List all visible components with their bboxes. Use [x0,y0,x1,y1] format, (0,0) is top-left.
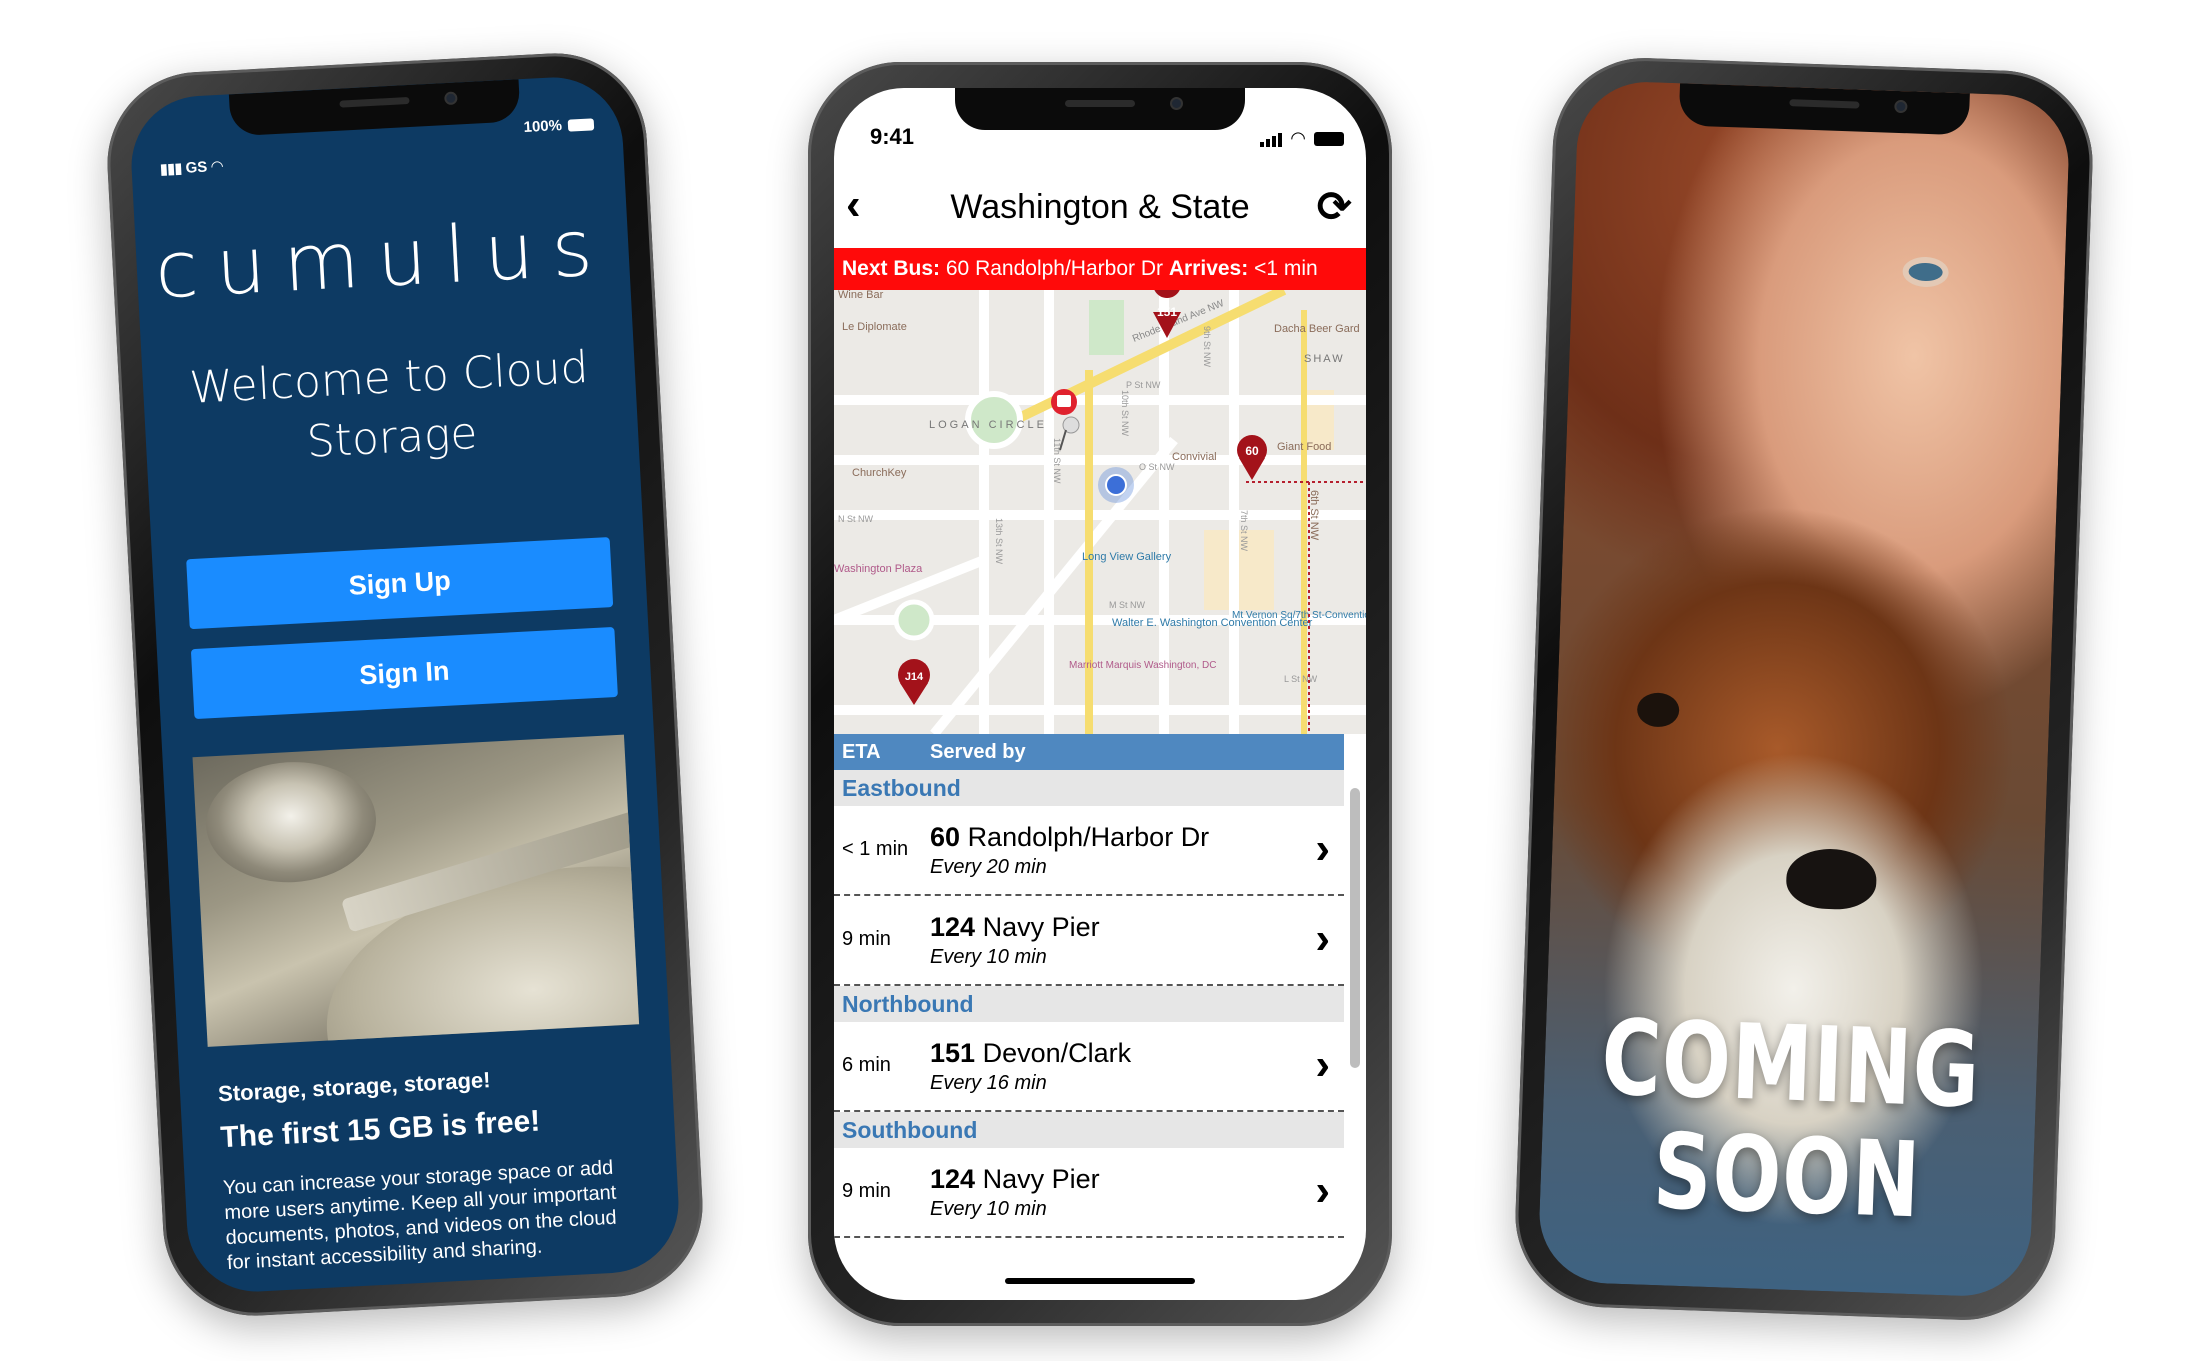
stop-title: Washington & State [950,188,1250,226]
map-label: M St NW [1109,600,1146,610]
free-storage-headline: The first 15 GB is free! [219,1104,542,1155]
route-row[interactable]: 6 min 151 Devon/Clark Every 16 min › [834,1022,1344,1112]
map-label: Dacha Beer Gard [1274,323,1360,335]
map-label: Giant Food [1277,441,1331,453]
eta-value: < 1 min [842,838,909,860]
route-label: 151 Devon/Clark [930,1038,1132,1068]
description-text: You can increase your storage space or a… [222,1156,618,1275]
route-row[interactable]: < 1 min 60 Randolph/Harbor Dr Every 20 m… [834,806,1344,896]
route-frequency: Every 16 min [930,1072,1047,1094]
phone-cumulus: ▮▮▮ GS ◠ 100% cumulus Welcome to Cloud S… [102,48,708,1321]
transit-screen: 9:41 ◠ ‹ Washington & State ⟳ Next Bus: … [834,88,1366,1300]
map-label: Mt Vernon Sq/7th St-Convention Cen [1232,610,1366,621]
cumulus-logo: cumulus [152,202,613,317]
map-label: 9th St NW [1202,326,1212,368]
wifi-icon: ◠ [210,157,224,176]
map-label: L St NW [1284,674,1318,684]
map-label: 13th St NW [994,518,1004,565]
map-label: Marriott Marquis Washington, DC [1069,660,1216,671]
battery-icon [567,117,595,132]
map-label: Washington Plaza [834,563,923,575]
chevron-right-icon[interactable]: › [1315,824,1330,874]
map-label: Wine Bar [838,290,884,301]
map-label: SHAW [1304,353,1345,365]
refresh-icon[interactable]: ⟳ [1317,182,1352,231]
svg-text:60: 60 [1245,444,1259,458]
svg-text:151: 151 [1157,305,1177,319]
eta-value: 6 min [842,1054,891,1076]
phone-coming-soon: COMING SOON [1512,54,2096,1324]
section-northbound: Northbound [834,986,1344,1022]
table-header: ETA Served by [834,734,1344,770]
phone-transit: 9:41 ◠ ‹ Washington & State ⟳ Next Bus: … [808,62,1392,1326]
sign-in-button[interactable]: Sign In [190,626,618,720]
map-label: 7th St NW [1239,510,1249,552]
eta-value: 9 min [842,928,891,950]
map-label: N St NW [838,514,874,524]
notch [1678,83,1970,136]
eta-value: 9 min [842,1180,891,1202]
home-indicator[interactable] [1005,1278,1195,1284]
map-view[interactable]: Wine Bar Le Diplomate Dacha Beer Gard SH… [834,290,1366,734]
map-label: Long View Gallery [1082,551,1172,563]
map-label: Le Diplomate [842,321,907,333]
nav-bar: ‹ Washington & State ⟳ [834,168,1366,248]
status-bar: ▮▮▮ GS ◠ 100% [158,117,595,178]
svg-text:J14: J14 [905,671,924,683]
photo-detail [1785,847,1878,911]
cumulus-screen: ▮▮▮ GS ◠ 100% cumulus Welcome to Cloud S… [128,73,682,1296]
route-frequency: Every 20 min [930,856,1047,878]
scrollbar[interactable] [1350,788,1360,1068]
map-label: P St NW [1126,380,1161,390]
eta-column-header: ETA [842,741,881,763]
sign-up-button[interactable]: Sign Up [186,537,614,630]
notch [955,88,1245,130]
photo-detail [1636,692,1680,728]
battery-status: 100% [523,115,595,136]
chevron-right-icon[interactable]: › [1315,914,1330,964]
hard-drive-image [192,734,640,1047]
signal-icon [1260,131,1283,147]
map-label: 6th St NW [1308,490,1320,541]
welcome-heading: Welcome to Cloud Storage [188,342,590,468]
served-by-column-header: Served by [930,741,1026,763]
route-label: 124 Navy Pier [930,912,1100,942]
battery-icon [1314,131,1344,146]
coming-soon-text: COMING SOON [1599,996,1983,1242]
coming-soon-screen: COMING SOON [1537,79,2071,1299]
route-row[interactable]: 9 min 124 Navy Pier Every 10 min › [834,896,1344,986]
map-label: ChurchKey [852,467,907,479]
photo-detail [1902,256,1950,288]
map-label: O St NW [1139,462,1175,472]
map-label: LOGAN CIRCLE [929,419,1047,431]
route-row[interactable]: 9 min 124 Navy Pier Every 10 min › [834,1148,1344,1238]
map-label: Convivial [1172,451,1217,463]
route-frequency: Every 10 min [930,946,1047,968]
map-label: 10th St NW [1120,390,1130,437]
location-dot-icon [1098,467,1134,503]
tagline: Storage, storage, storage! [217,1067,492,1107]
carrier-label: ▮▮▮ GS ◠ [159,157,224,179]
chevron-right-icon[interactable]: › [1315,1040,1330,1090]
route-label: 124 Navy Pier [930,1164,1100,1194]
section-southbound: Southbound [834,1112,1344,1148]
wifi-icon: ◠ [1290,128,1306,148]
section-eastbound: Eastbound [834,770,1344,806]
route-label: 60 Randolph/Harbor Dr [930,822,1210,852]
chevron-right-icon[interactable]: › [1315,1166,1330,1216]
route-frequency: Every 10 min [930,1198,1047,1220]
status-time: 9:41 [870,124,915,149]
next-bus-banner: Next Bus: 60 Randolph/Harbor Dr Arrives:… [834,248,1366,290]
